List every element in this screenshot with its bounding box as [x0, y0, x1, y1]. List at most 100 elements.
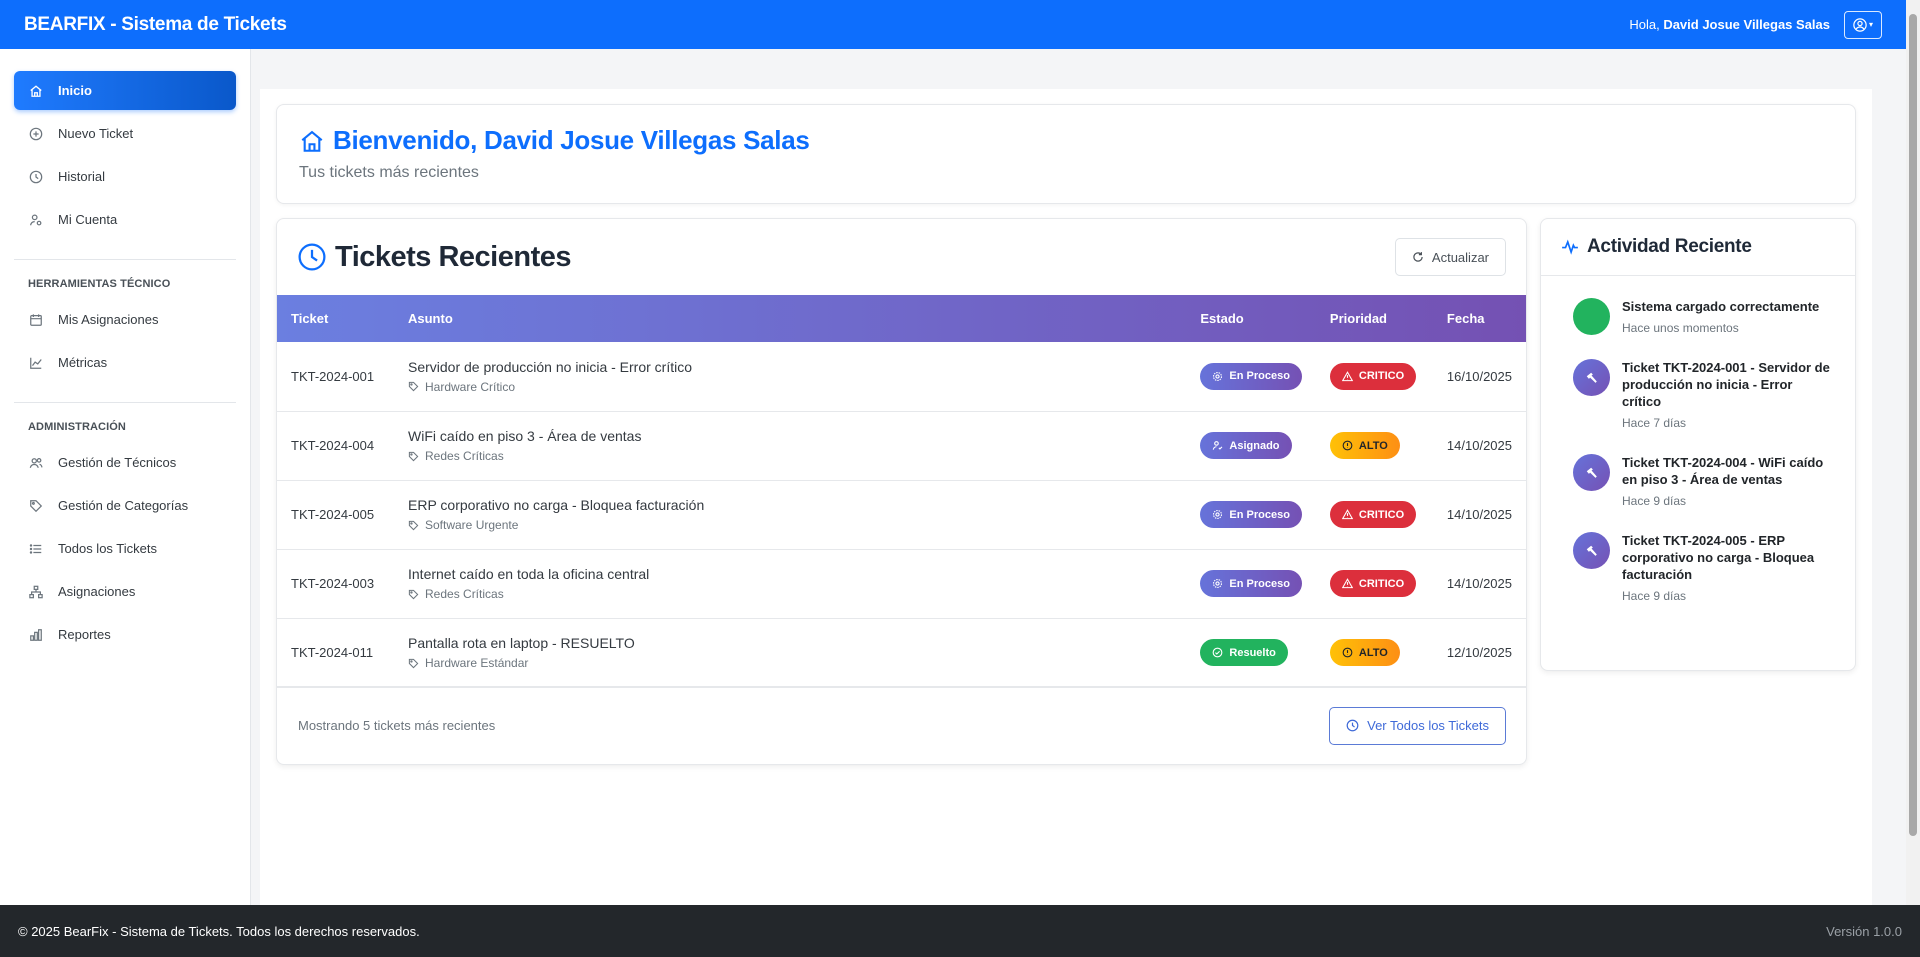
ticket-subject: WiFi caído en piso 3 - Área de ventas: [408, 428, 642, 444]
priority-badge: ALTO: [1329, 639, 1400, 666]
refresh-button[interactable]: Actualizar: [1394, 238, 1506, 276]
ticket-category-label: Hardware Crítico: [425, 379, 516, 394]
ticket-subject: ERP corporativo no carga - Bloquea factu…: [408, 497, 705, 513]
ticket-priority-cell: CRITICO: [1316, 480, 1433, 549]
sidebar-item-gestion-categorias[interactable]: Gestión de Categorías: [14, 486, 236, 525]
activity-header: Actividad Reciente: [1541, 219, 1855, 276]
activity-pulse-icon: [1562, 239, 1578, 255]
priority-badge: CRITICO: [1329, 570, 1417, 597]
col-fecha[interactable]: Fecha: [1433, 295, 1526, 342]
col-prioridad[interactable]: Prioridad: [1316, 295, 1433, 342]
table-row[interactable]: TKT-2024-005 ERP corporativo no carga - …: [277, 480, 1526, 549]
status-badge: Asignado: [1200, 432, 1292, 459]
clock-icon: [1346, 719, 1359, 732]
activity-item-title: Ticket TKT-2024-005 - ERP corporativo no…: [1622, 533, 1815, 582]
ticket-date: 14/10/2025: [1446, 438, 1512, 453]
activity-item-time: Hace unos momentos: [1622, 321, 1739, 335]
ticket-id: TKT-2024-001: [291, 368, 375, 384]
chart-line-icon: [28, 355, 44, 371]
users-icon: [28, 455, 44, 471]
hammer-icon: [1573, 454, 1610, 491]
scrollbar-thumb[interactable]: [1909, 14, 1917, 836]
col-estado[interactable]: Estado: [1186, 295, 1316, 342]
tag-icon: [408, 658, 419, 668]
ticket-status-cell: En Proceso: [1186, 480, 1316, 549]
activity-title: Actividad Reciente: [1587, 236, 1752, 257]
sidebar-item-label: Inicio: [58, 83, 92, 98]
warning-icon: [1341, 370, 1353, 381]
gear-icon: [1213, 371, 1223, 381]
home-icon: [28, 83, 44, 99]
status-badge: En Proceso: [1200, 501, 1302, 528]
priority-label: CRITICO: [1358, 577, 1405, 590]
sidebar-item-reportes[interactable]: Reportes: [14, 615, 236, 654]
table-row[interactable]: TKT-2024-004 WiFi caído en piso 3 - Área…: [277, 411, 1526, 480]
view-all-label: Ver Todos los Tickets: [1367, 718, 1489, 733]
brand-title[interactable]: BEARFIX - Sistema de Tickets: [24, 14, 287, 36]
greeting-text: Hola, David Josue Villegas Salas: [1629, 17, 1830, 32]
sidebar-item-todos-tickets[interactable]: Todos los Tickets: [14, 529, 236, 568]
ticket-category: Hardware Estándar: [408, 656, 1172, 670]
tag-icon: [408, 451, 419, 461]
priority-label: CRITICO: [1358, 508, 1405, 521]
tag-icon: [408, 382, 419, 392]
sidebar-item-mi-cuenta[interactable]: Mi Cuenta: [14, 200, 236, 239]
ticket-status-cell: En Proceso: [1186, 549, 1316, 618]
priority-badge: CRITICO: [1329, 501, 1417, 528]
welcome-subtitle: Tus tickets más recientes: [299, 164, 479, 181]
sidebar-divider: [14, 259, 236, 260]
tags-icon: [28, 498, 44, 514]
activity-item-title: Sistema cargado correctamente: [1622, 299, 1820, 314]
hammer-icon: [1573, 532, 1610, 569]
ticket-date: 14/10/2025: [1446, 576, 1512, 591]
table-header-row: Ticket Asunto Estado Prioridad Fecha: [277, 295, 1526, 342]
ticket-category-label: Redes Críticas: [425, 587, 504, 601]
ticket-subject-cell: Pantalla rota en laptop - RESUELTO Hardw…: [394, 618, 1186, 687]
view-all-tickets-button[interactable]: Ver Todos los Tickets: [1329, 706, 1506, 745]
sidebar-item-gestion-tecnicos[interactable]: Gestión de Técnicos: [14, 443, 236, 482]
col-ticket[interactable]: Ticket: [277, 295, 394, 342]
clock-icon: [28, 169, 44, 185]
ticket-date: 16/10/2025: [1446, 368, 1512, 384]
status-badge: En Proceso: [1200, 570, 1302, 597]
check-circle-icon: [1213, 647, 1223, 658]
page-scrollbar[interactable]: [1906, 0, 1920, 905]
status-badge: Resuelto: [1200, 639, 1288, 666]
ticket-priority-cell: CRITICO: [1316, 342, 1433, 411]
sidebar-item-historial[interactable]: Historial: [14, 157, 236, 196]
sidebar-section-admin: ADMINISTRACIÓN: [28, 421, 126, 433]
ticket-subject-cell: ERP corporativo no carga - Bloquea factu…: [394, 480, 1186, 549]
ticket-subject-cell: Servidor de producción no inicia - Error…: [394, 342, 1186, 411]
col-asunto[interactable]: Asunto: [394, 295, 1186, 342]
welcome-title: Bienvenido, David Josue Villegas Salas: [299, 125, 1833, 156]
activity-item-title: Ticket TKT-2024-004 - WiFi caído en piso…: [1622, 455, 1824, 487]
ticket-category: Redes Críticas: [408, 449, 1172, 463]
table-row[interactable]: TKT-2024-001 Servidor de producción no i…: [277, 342, 1526, 411]
sidebar-item-metricas[interactable]: Métricas: [14, 343, 236, 382]
clock-icon: [298, 243, 326, 271]
ticket-priority-cell: ALTO: [1316, 411, 1433, 480]
tag-icon: [408, 520, 419, 530]
ticket-priority-cell: ALTO: [1316, 618, 1433, 687]
table-row[interactable]: TKT-2024-003 Internet caído en toda la o…: [277, 549, 1526, 618]
copyright-text: © 2025 BearFix - Sistema de Tickets. Tod…: [18, 923, 420, 939]
sidebar-item-mis-asignaciones[interactable]: Mis Asignaciones: [14, 300, 236, 339]
table-row[interactable]: TKT-2024-011 Pantalla rota en laptop - R…: [277, 618, 1526, 687]
user-check-icon: [1213, 441, 1223, 450]
activity-list: Sistema cargado correctamente Hace unos …: [1541, 276, 1855, 603]
hammer-icon: [1573, 359, 1610, 396]
status-label: En Proceso: [1229, 370, 1290, 383]
refresh-label: Actualizar: [1431, 249, 1489, 265]
sidebar-item-asignaciones[interactable]: Asignaciones: [14, 572, 236, 611]
ticket-category-label: Hardware Estándar: [425, 656, 529, 670]
sidebar-item-nuevo-ticket[interactable]: Nuevo Ticket: [14, 114, 236, 153]
exclamation-circle-icon: [1342, 440, 1353, 451]
ticket-subject: Servidor de producción no inicia - Error…: [408, 358, 693, 375]
user-menu-button[interactable]: ▾: [1844, 10, 1882, 39]
sidebar-item-label: Mis Asignaciones: [58, 312, 159, 327]
sidebar-item-label: Gestión de Categorías: [58, 498, 189, 513]
user-area: Hola, David Josue Villegas Salas ▾: [1629, 10, 1882, 39]
sidebar-item-inicio[interactable]: Inicio: [14, 71, 236, 110]
welcome-card: Bienvenido, David Josue Villegas Salas T…: [276, 104, 1856, 204]
priority-label: ALTO: [1358, 646, 1388, 659]
